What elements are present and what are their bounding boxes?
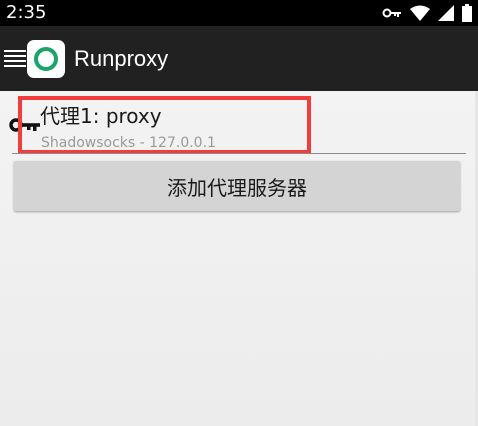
selection-highlight: [18, 96, 311, 154]
wifi-icon: [410, 5, 430, 21]
add-proxy-server-button[interactable]: 添加代理服务器: [14, 161, 460, 211]
battery-icon: [462, 4, 472, 22]
app-bar: Runproxy: [0, 26, 478, 91]
menu-icon[interactable]: [4, 48, 26, 68]
signal-icon: [438, 5, 454, 21]
app-logo[interactable]: [27, 40, 65, 78]
proxy-list-item[interactable]: 代理1: proxy Shadowsocks - 127.0.0.1: [0, 91, 478, 154]
status-bar: 2:35: [0, 0, 478, 26]
status-icons: [382, 4, 472, 22]
app-logo-ring: [34, 47, 58, 71]
status-time: 2:35: [6, 2, 47, 23]
main-content: 代理1: proxy Shadowsocks - 127.0.0.1 添加代理服…: [0, 91, 478, 426]
vpn-key-icon: [382, 7, 402, 19]
app-title: Runproxy: [74, 46, 169, 71]
list-divider: [12, 153, 466, 154]
